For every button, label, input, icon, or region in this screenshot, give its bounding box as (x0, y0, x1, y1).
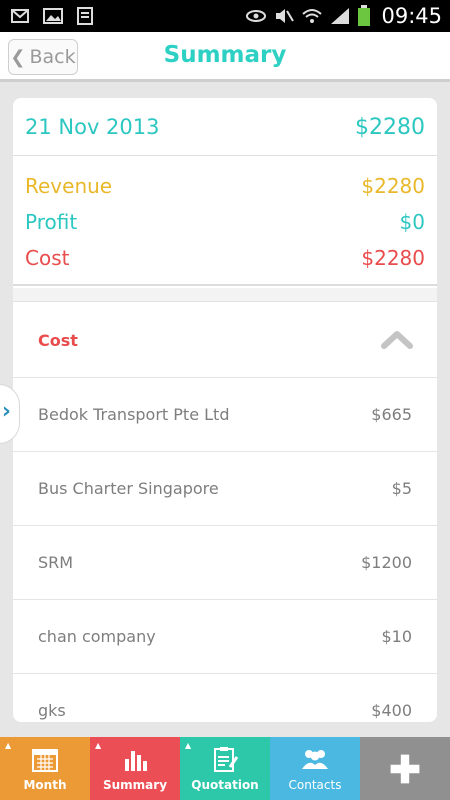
document-notification-icon (77, 7, 93, 25)
chevron-right-icon: › (1, 399, 11, 424)
tab-summary[interactable]: ▲ Summary (90, 737, 180, 800)
cost-value: $2280 (361, 246, 425, 270)
summary-date: 21 Nov 2013 (25, 115, 160, 139)
vendor-amount: $10 (381, 627, 412, 646)
tab-quotation[interactable]: ▲ Quotation (180, 737, 270, 800)
bar-chart-icon (125, 751, 147, 771)
add-button[interactable] (360, 737, 450, 800)
image-notification-icon (43, 8, 63, 24)
cost-section-header[interactable]: Cost (13, 303, 437, 378)
profit-row: Profit $0 (25, 210, 425, 240)
summary-total: $2280 (355, 115, 425, 140)
mail-notification-icon (11, 9, 29, 23)
summary-header: 21 Nov 2013 $2280 (13, 98, 437, 156)
clock: 09:45 (381, 4, 442, 28)
list-item[interactable]: Bedok Transport Pte Ltd $665 (13, 378, 437, 452)
tab-indicator-icon: ▲ (95, 741, 102, 750)
eye-icon (246, 10, 267, 22)
page-title: Summary (163, 42, 287, 68)
tab-summary-label: Summary (102, 778, 168, 792)
bottom-navigation: ▲ Month ▲ Summary ▲ Quotation Contacts (0, 737, 450, 800)
vendor-amount: $1200 (361, 553, 412, 572)
vendor-name: gks (38, 701, 66, 720)
vendor-name: SRM (38, 553, 74, 572)
section-divider (13, 288, 437, 302)
vendor-amount: $665 (371, 405, 412, 424)
revenue-value: $2280 (361, 174, 425, 198)
mute-icon (276, 9, 295, 23)
app-header: ❮ Back Summary (0, 32, 450, 82)
plus-icon (390, 754, 420, 784)
list-item[interactable]: gks $400 (13, 674, 437, 722)
list-item[interactable]: chan company $10 (13, 600, 437, 674)
vendor-name: Bedok Transport Pte Ltd (38, 405, 230, 424)
profit-label: Profit (25, 210, 78, 234)
tab-month[interactable]: ▲ Month (0, 737, 90, 800)
calendar-icon (32, 749, 58, 772)
vendor-amount: $5 (391, 479, 412, 498)
tab-indicator-icon: ▲ (5, 741, 12, 750)
cost-label: Cost (25, 246, 70, 270)
battery-icon (358, 5, 371, 26)
vendor-amount: $400 (371, 701, 412, 720)
tab-month-label: Month (23, 778, 67, 792)
revenue-row: Revenue $2280 (25, 174, 425, 204)
tab-contacts-label: Contacts (288, 778, 342, 792)
clipboard-icon (214, 747, 239, 772)
chevron-up-icon[interactable] (381, 329, 413, 349)
summary-card: 21 Nov 2013 $2280 Revenue $2280 Profit $… (13, 98, 437, 722)
tab-quotation-label: Quotation (191, 778, 259, 792)
contacts-icon (302, 750, 328, 769)
vendor-name: Bus Charter Singapore (38, 479, 219, 498)
cost-row: Cost $2280 (25, 246, 425, 276)
tab-indicator-icon: ▲ (185, 741, 192, 750)
revenue-label: Revenue (25, 174, 113, 198)
profit-value: $0 (399, 210, 425, 234)
vendor-name: chan company (38, 627, 156, 646)
list-item[interactable]: Bus Charter Singapore $5 (13, 452, 437, 526)
list-item[interactable]: SRM $1200 (13, 526, 437, 600)
tab-contacts[interactable]: Contacts (270, 737, 360, 800)
cost-section-title: Cost (38, 331, 78, 350)
wifi-icon (302, 9, 323, 23)
status-bar: 09:45 (0, 0, 450, 32)
signal-icon (331, 8, 350, 24)
metrics-block: Revenue $2280 Profit $0 Cost $2280 (13, 156, 437, 286)
